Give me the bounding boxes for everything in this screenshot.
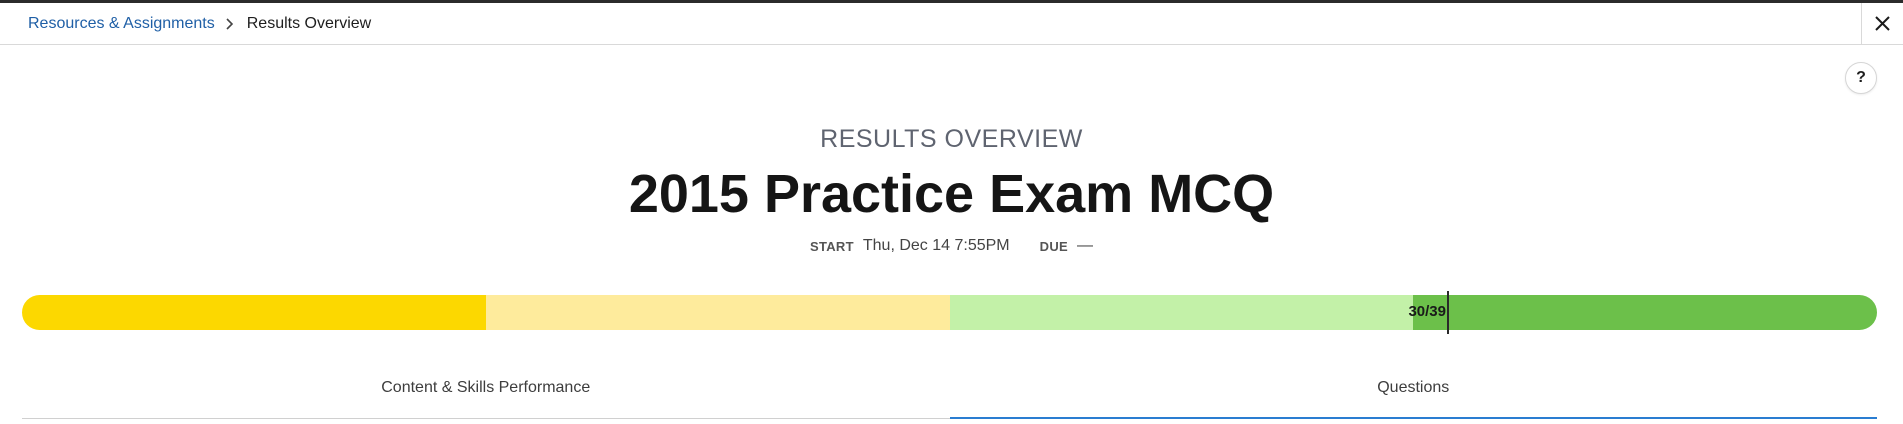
breadcrumb-link-resources[interactable]: Resources & Assignments xyxy=(28,15,215,33)
results-tabs: Content & Skills Performance Questions xyxy=(22,368,1877,419)
start-value: Thu, Dec 14 7:55PM xyxy=(862,237,1010,254)
assignment-meta: START Thu, Dec 14 7:55PM DUE — xyxy=(0,237,1903,255)
top-bar: Resources & Assignments Results Overview xyxy=(0,3,1903,45)
score-bar-segment-1 xyxy=(22,295,486,330)
breadcrumb-current: Results Overview xyxy=(246,15,372,32)
start-label: START xyxy=(810,238,854,254)
breadcrumb: Resources & Assignments Results Overview xyxy=(28,3,371,45)
score-bar-segment-3 xyxy=(949,295,1414,330)
tab-content-skills[interactable]: Content & Skills Performance xyxy=(22,368,950,418)
help-button[interactable]: ? xyxy=(1845,62,1877,94)
chevron-right-icon xyxy=(225,18,235,30)
close-button[interactable] xyxy=(1861,3,1903,44)
score-label: 30/39 xyxy=(1408,303,1446,320)
score-marker xyxy=(1447,291,1449,334)
tab-questions[interactable]: Questions xyxy=(949,368,1878,419)
page-title: 2015 Practice Exam MCQ xyxy=(628,164,1275,224)
due-value: — xyxy=(1076,237,1093,254)
due-label: DUE xyxy=(1039,238,1068,254)
score-bar-segment-4 xyxy=(1413,295,1877,330)
close-icon xyxy=(1875,16,1890,31)
page-eyebrow: RESULTS OVERVIEW xyxy=(820,125,1083,153)
score-bar xyxy=(22,295,1877,330)
score-bar-segment-2 xyxy=(485,295,950,330)
